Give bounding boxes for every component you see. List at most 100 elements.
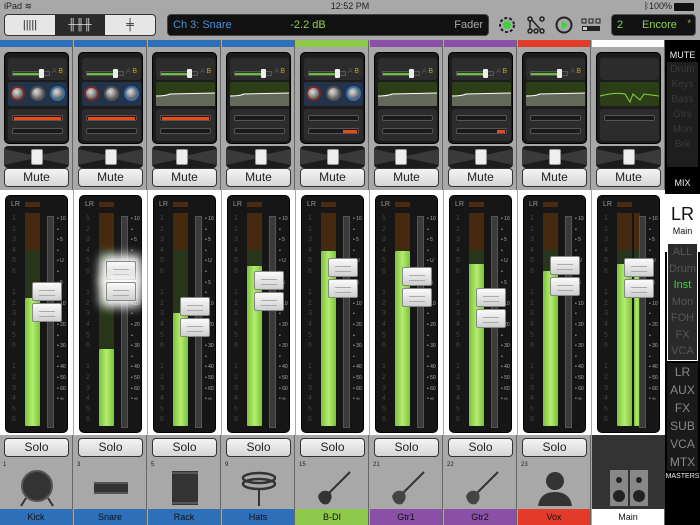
- mute-button[interactable]: Mute: [448, 168, 513, 187]
- mute-button[interactable]: Mute: [374, 168, 439, 187]
- fader-cap[interactable]: [550, 256, 580, 296]
- gain-control[interactable]: A B: [304, 58, 363, 80]
- mute-group-drum[interactable]: Drum: [667, 62, 698, 77]
- pan-control[interactable]: [4, 146, 69, 168]
- fader-cap[interactable]: [254, 271, 284, 311]
- settings-button[interactable]: [497, 16, 517, 34]
- mute-group-gtrs[interactable]: Gtrs: [667, 107, 698, 122]
- fader-cap[interactable]: [624, 258, 654, 298]
- master-mtx[interactable]: MTX: [667, 453, 698, 471]
- view-group-mon[interactable]: Mon: [668, 294, 697, 311]
- fader-track[interactable]: [343, 216, 350, 428]
- master-aux[interactable]: AUX: [667, 381, 698, 399]
- channel-name[interactable]: Gtr1: [370, 509, 442, 525]
- ab-toggle[interactable]: A B: [274, 68, 285, 75]
- dynamics[interactable]: [452, 109, 511, 141]
- speakers-icon[interactable]: [608, 468, 650, 508]
- graphic-eq[interactable]: [599, 82, 660, 106]
- snare-drum-icon[interactable]: [90, 468, 132, 508]
- mute-button[interactable]: Mute: [226, 168, 291, 187]
- mute-button[interactable]: Mute: [78, 168, 143, 187]
- mute-button[interactable]: Mute: [300, 168, 365, 187]
- fader-track[interactable]: [565, 216, 572, 428]
- gain-control[interactable]: A B: [82, 58, 141, 80]
- pan-knob[interactable]: [31, 149, 43, 165]
- dynamics[interactable]: [82, 109, 141, 141]
- channel-name[interactable]: Rack: [148, 509, 220, 525]
- gain-slider[interactable]: [160, 69, 198, 78]
- pan-control[interactable]: [374, 146, 439, 168]
- fader-track[interactable]: [121, 216, 128, 428]
- gain-control[interactable]: A B: [526, 58, 585, 80]
- eq-knob-low[interactable]: [306, 86, 321, 101]
- master-sub[interactable]: SUB: [667, 417, 698, 435]
- pan-knob[interactable]: [176, 149, 188, 165]
- fader-cap[interactable]: [476, 288, 506, 328]
- scene-selector[interactable]: 2 Encore *: [611, 14, 696, 36]
- solo-button[interactable]: Solo: [226, 438, 291, 457]
- gain-slider[interactable]: [234, 69, 272, 78]
- gain-slider[interactable]: [12, 69, 50, 78]
- channel-name[interactable]: Gtr2: [444, 509, 516, 525]
- mixer-view-button[interactable]: ╫╫╫: [55, 15, 105, 35]
- dynamics[interactable]: [230, 109, 289, 141]
- processing-overview[interactable]: A B: [448, 52, 513, 144]
- pan-control[interactable]: [448, 146, 513, 168]
- pan-control[interactable]: [152, 146, 217, 168]
- gain-slider-thumb[interactable]: [335, 69, 340, 78]
- channel-eq-curve[interactable]: [155, 82, 216, 106]
- gain-slider-thumb[interactable]: [261, 69, 266, 78]
- ab-toggle[interactable]: A B: [422, 68, 433, 75]
- hi-hat-icon[interactable]: [238, 468, 280, 508]
- pan-knob[interactable]: [105, 149, 117, 165]
- gain-slider-thumb[interactable]: [113, 69, 118, 78]
- pan-knob[interactable]: [395, 149, 407, 165]
- master-fx[interactable]: FX: [667, 399, 698, 417]
- channel-name[interactable]: Main: [592, 509, 664, 525]
- dynamics[interactable]: [156, 109, 215, 141]
- gain-slider[interactable]: [530, 69, 568, 78]
- dynamics[interactable]: [304, 109, 363, 141]
- mute-group-keys[interactable]: Keys: [667, 77, 698, 92]
- gain-slider[interactable]: [86, 69, 124, 78]
- gain-slider[interactable]: [382, 69, 420, 78]
- ab-toggle[interactable]: A B: [126, 68, 137, 75]
- kick-drum-icon[interactable]: [16, 468, 58, 508]
- gain-slider[interactable]: [456, 69, 494, 78]
- dynamics[interactable]: [526, 109, 585, 141]
- pan-knob[interactable]: [623, 149, 635, 165]
- gain-slider-thumb[interactable]: [409, 69, 414, 78]
- channel-eq-curve[interactable]: [229, 82, 290, 106]
- channel-eq-knobs[interactable]: [82, 82, 141, 106]
- solo-button[interactable]: Solo: [448, 438, 513, 457]
- gain-slider-thumb[interactable]: [483, 69, 488, 78]
- view-group-all[interactable]: ALL: [668, 244, 697, 261]
- eq-knob-high[interactable]: [124, 86, 139, 101]
- fader-track[interactable]: [417, 216, 424, 428]
- view-group-drum[interactable]: Drum: [668, 261, 697, 278]
- pan-control[interactable]: [596, 146, 661, 168]
- gain-control[interactable]: A B: [378, 58, 437, 80]
- pan-control[interactable]: [226, 146, 291, 168]
- electric-guitar-icon[interactable]: [386, 468, 428, 508]
- mute-button[interactable]: Mute: [152, 168, 217, 187]
- view-group-fx[interactable]: FX: [668, 327, 697, 344]
- single-fader-view-button[interactable]: ╪: [105, 15, 155, 35]
- pan-knob[interactable]: [255, 149, 267, 165]
- playback-button[interactable]: [554, 16, 574, 34]
- pan-knob[interactable]: [475, 149, 487, 165]
- processing-overview[interactable]: A B: [4, 52, 69, 144]
- ab-toggle[interactable]: A B: [496, 68, 507, 75]
- master-lr[interactable]: LR: [667, 363, 698, 381]
- view-group-inst[interactable]: Inst: [668, 277, 697, 294]
- eq-knob-high[interactable]: [50, 86, 65, 101]
- mute-button[interactable]: Mute: [596, 168, 661, 187]
- dynamics[interactable]: [600, 109, 659, 141]
- fader-cap[interactable]: [32, 282, 62, 322]
- fader-cap[interactable]: [328, 258, 358, 298]
- channel-name[interactable]: B-DI: [296, 509, 368, 525]
- tom-drum-icon[interactable]: [164, 468, 206, 508]
- gain-control[interactable]: A B: [452, 58, 511, 80]
- ab-toggle[interactable]: A B: [570, 68, 581, 75]
- processing-overview[interactable]: [596, 52, 661, 144]
